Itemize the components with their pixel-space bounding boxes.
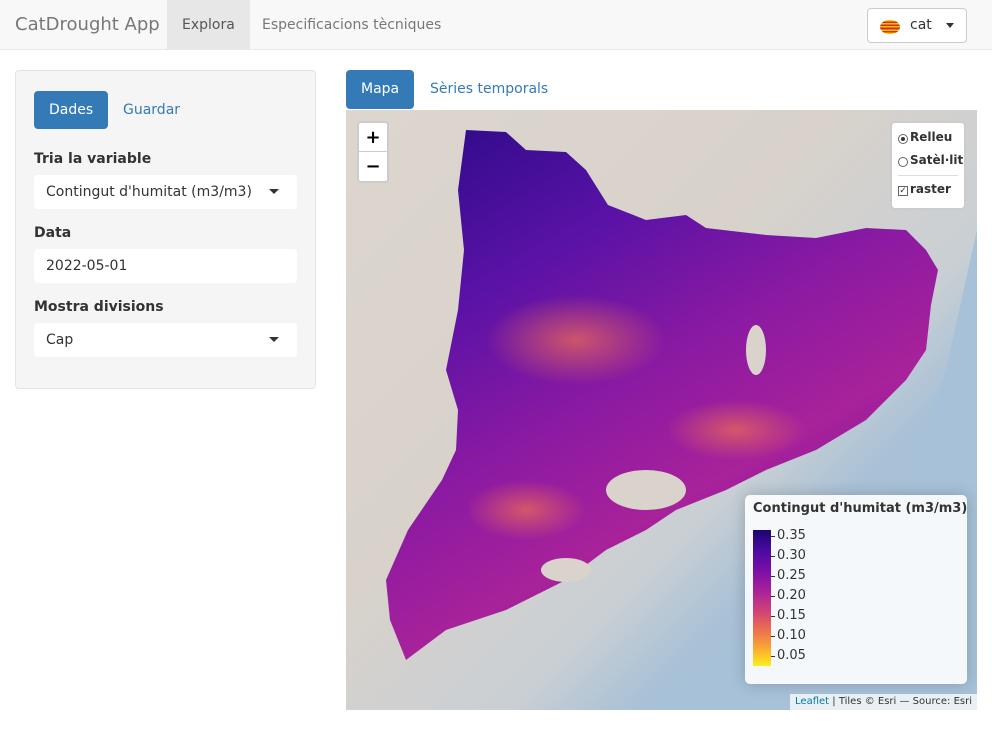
legend-tick bbox=[771, 656, 775, 657]
map-attribution: Leaflet | Tiles © Esri — Source: Esri bbox=[790, 694, 977, 710]
nav-tab-specifications[interactable]: Especificacions tècniques bbox=[247, 0, 456, 50]
variable-value: Contingut d'humitat (m3/m3) bbox=[46, 184, 252, 200]
attribution-text: | Tiles © Esri — Source: Esri bbox=[832, 696, 972, 707]
app-brand[interactable]: CatDrought App bbox=[15, 14, 160, 35]
layer-label: Relleu bbox=[910, 130, 953, 144]
tab-mapa[interactable]: Mapa bbox=[346, 70, 415, 109]
divisions-label: Mostra divisions bbox=[34, 299, 164, 315]
tab-guardar[interactable]: Guardar bbox=[108, 91, 195, 129]
radio-icon bbox=[898, 134, 908, 144]
variable-label: Tria la variable bbox=[34, 151, 152, 167]
tab-dades[interactable]: Dades bbox=[34, 91, 109, 129]
nav-tab-explora[interactable]: Explora bbox=[167, 0, 250, 50]
layers-control: Relleu Satèl·lit ✓ raster bbox=[890, 121, 966, 210]
tab-series-temporals[interactable]: Sèries temporals bbox=[415, 70, 563, 109]
raster-warm-area bbox=[666, 400, 806, 460]
date-label: Data bbox=[34, 225, 72, 241]
legend-tick bbox=[771, 616, 775, 617]
legend-label: 0.20 bbox=[777, 588, 806, 603]
legend-tick bbox=[771, 536, 775, 537]
language-label: cat bbox=[910, 17, 932, 33]
zoom-control: + − bbox=[357, 121, 389, 183]
legend-label: 0.35 bbox=[777, 528, 806, 543]
chevron-down-icon bbox=[269, 337, 279, 342]
raster-warm-area bbox=[486, 295, 666, 385]
legend-label: 0.30 bbox=[777, 548, 806, 563]
leaflet-map[interactable]: + − Relleu Satèl·lit ✓ raster Contingut … bbox=[346, 110, 977, 710]
layer-label: raster bbox=[910, 182, 951, 196]
radio-icon bbox=[898, 157, 908, 167]
raster-warm-area bbox=[466, 480, 586, 540]
raster-gap bbox=[746, 325, 766, 375]
raster-gap bbox=[541, 558, 591, 582]
catalan-flag-icon bbox=[880, 20, 900, 34]
legend-title: Contingut d'humitat (m3/m3) bbox=[753, 501, 968, 516]
legend-label: 0.15 bbox=[777, 608, 806, 623]
legend-tick bbox=[771, 636, 775, 637]
layer-label: Satèl·lit bbox=[910, 153, 964, 167]
map-legend: Contingut d'humitat (m3/m3) 0.35 0.30 0.… bbox=[745, 495, 967, 684]
legend-tick bbox=[771, 576, 775, 577]
layers-divider bbox=[898, 175, 958, 176]
legend-label: 0.05 bbox=[777, 648, 806, 663]
zoom-in-button[interactable]: + bbox=[359, 123, 387, 152]
zoom-out-button[interactable]: − bbox=[359, 152, 387, 181]
chevron-down-icon bbox=[946, 23, 954, 28]
language-select[interactable]: cat bbox=[867, 8, 967, 43]
raster-gap bbox=[606, 470, 686, 510]
legend-label: 0.25 bbox=[777, 568, 806, 583]
date-value: 2022-05-01 bbox=[46, 258, 128, 274]
date-input[interactable]: 2022-05-01 bbox=[34, 249, 297, 283]
legend-tick bbox=[771, 556, 775, 557]
divisions-value: Cap bbox=[46, 332, 74, 348]
divisions-select[interactable]: Cap bbox=[34, 323, 297, 357]
checkbox-icon: ✓ bbox=[898, 186, 908, 196]
legend-color-bar bbox=[753, 530, 771, 666]
chevron-down-icon bbox=[269, 189, 279, 194]
sidebar-panel: Dades Guardar Tria la variable Contingut… bbox=[15, 70, 316, 389]
leaflet-link[interactable]: Leaflet bbox=[795, 696, 829, 707]
navbar: CatDrought App Explora Especificacions t… bbox=[0, 0, 992, 50]
legend-tick bbox=[771, 596, 775, 597]
variable-select[interactable]: Contingut d'humitat (m3/m3) bbox=[34, 175, 297, 209]
legend-label: 0.10 bbox=[777, 628, 806, 643]
